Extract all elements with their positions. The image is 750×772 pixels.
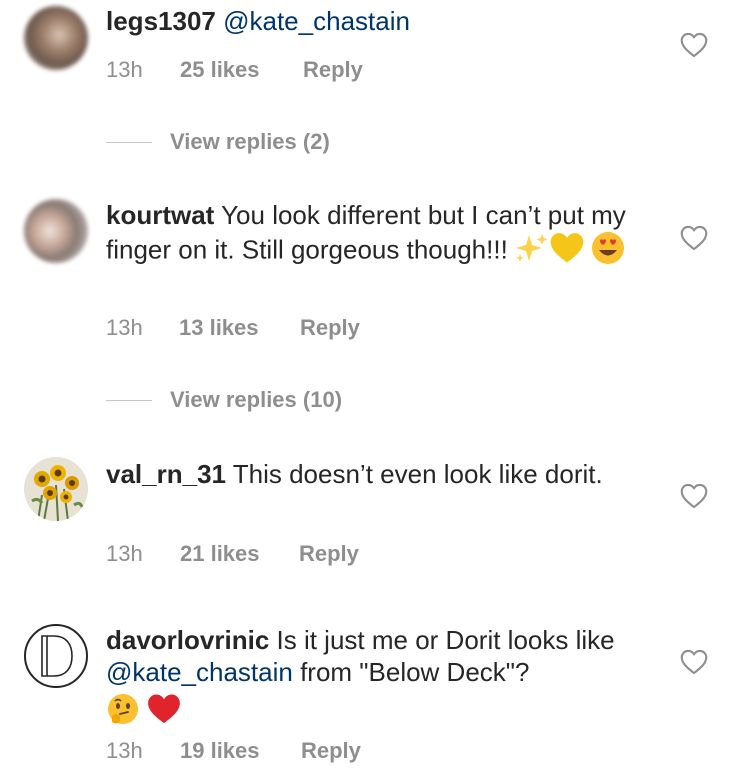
username[interactable]: kourtwat: [106, 200, 214, 230]
comment-meta: 13h 13 likes Reply: [106, 315, 360, 341]
avatar[interactable]: [24, 6, 88, 70]
likes-count[interactable]: 19 likes: [180, 738, 301, 764]
reply-button[interactable]: Reply: [303, 57, 363, 83]
reply-button[interactable]: Reply: [300, 315, 360, 341]
mention-link[interactable]: @kate_chastain: [106, 657, 293, 687]
likes-count[interactable]: 25 likes: [180, 57, 303, 83]
username[interactable]: davorlovrinic: [106, 625, 269, 655]
mention-link[interactable]: @kate_chastain: [223, 6, 410, 36]
username[interactable]: legs1307: [106, 6, 216, 36]
comment-meta: 13h 21 likes Reply: [106, 541, 359, 567]
red-heart-emoji: [147, 693, 181, 732]
comment-body-end: from "Below Deck"?: [292, 657, 530, 687]
sunflowers-image: [24, 457, 88, 521]
avatar[interactable]: [24, 457, 88, 521]
comment-text: kourtwat You look different but I can’t …: [106, 199, 626, 272]
d-logo-icon: [41, 635, 73, 677]
yellow-heart-emoji: [549, 232, 585, 271]
reply-button[interactable]: Reply: [301, 738, 361, 764]
comment-text: davorlovrinic Is it just me or Dorit loo…: [106, 624, 646, 733]
likes-count[interactable]: 13 likes: [179, 315, 300, 341]
reply-button[interactable]: Reply: [299, 541, 359, 567]
likes-count[interactable]: 21 likes: [180, 541, 299, 567]
heart-eyes-emoji: [591, 231, 625, 272]
avatar[interactable]: [24, 199, 88, 263]
comment-body: Is it just me or Dorit looks like: [269, 625, 615, 655]
timestamp: 13h: [106, 57, 143, 82]
divider: [106, 141, 152, 143]
timestamp: 13h: [106, 541, 143, 566]
view-replies-label: View replies (10): [170, 387, 343, 412]
heart-outline-icon[interactable]: [680, 225, 708, 251]
heart-outline-icon[interactable]: [680, 32, 708, 58]
heart-outline-icon[interactable]: [680, 649, 708, 675]
view-replies-label: View replies (2): [170, 129, 330, 154]
thinking-face-emoji: [106, 692, 140, 733]
comment-meta: 13h 25 likes Reply: [106, 57, 363, 83]
sparkles-emoji: [515, 233, 549, 270]
comment-text: val_rn_31 This doesn’t even look like do…: [106, 458, 626, 490]
timestamp: 13h: [106, 315, 143, 340]
view-replies-button[interactable]: View replies (10): [106, 387, 342, 413]
timestamp: 13h: [106, 738, 143, 763]
comment-meta: 13h 19 likes Reply: [106, 738, 361, 764]
heart-outline-icon[interactable]: [680, 483, 708, 509]
comment-body: This doesn’t even look like dorit.: [225, 459, 603, 489]
comment-text: legs1307 @kate_chastain: [106, 5, 646, 37]
view-replies-button[interactable]: View replies (2): [106, 129, 330, 155]
divider: [106, 399, 152, 401]
username[interactable]: val_rn_31: [106, 459, 226, 489]
avatar[interactable]: [24, 624, 88, 688]
